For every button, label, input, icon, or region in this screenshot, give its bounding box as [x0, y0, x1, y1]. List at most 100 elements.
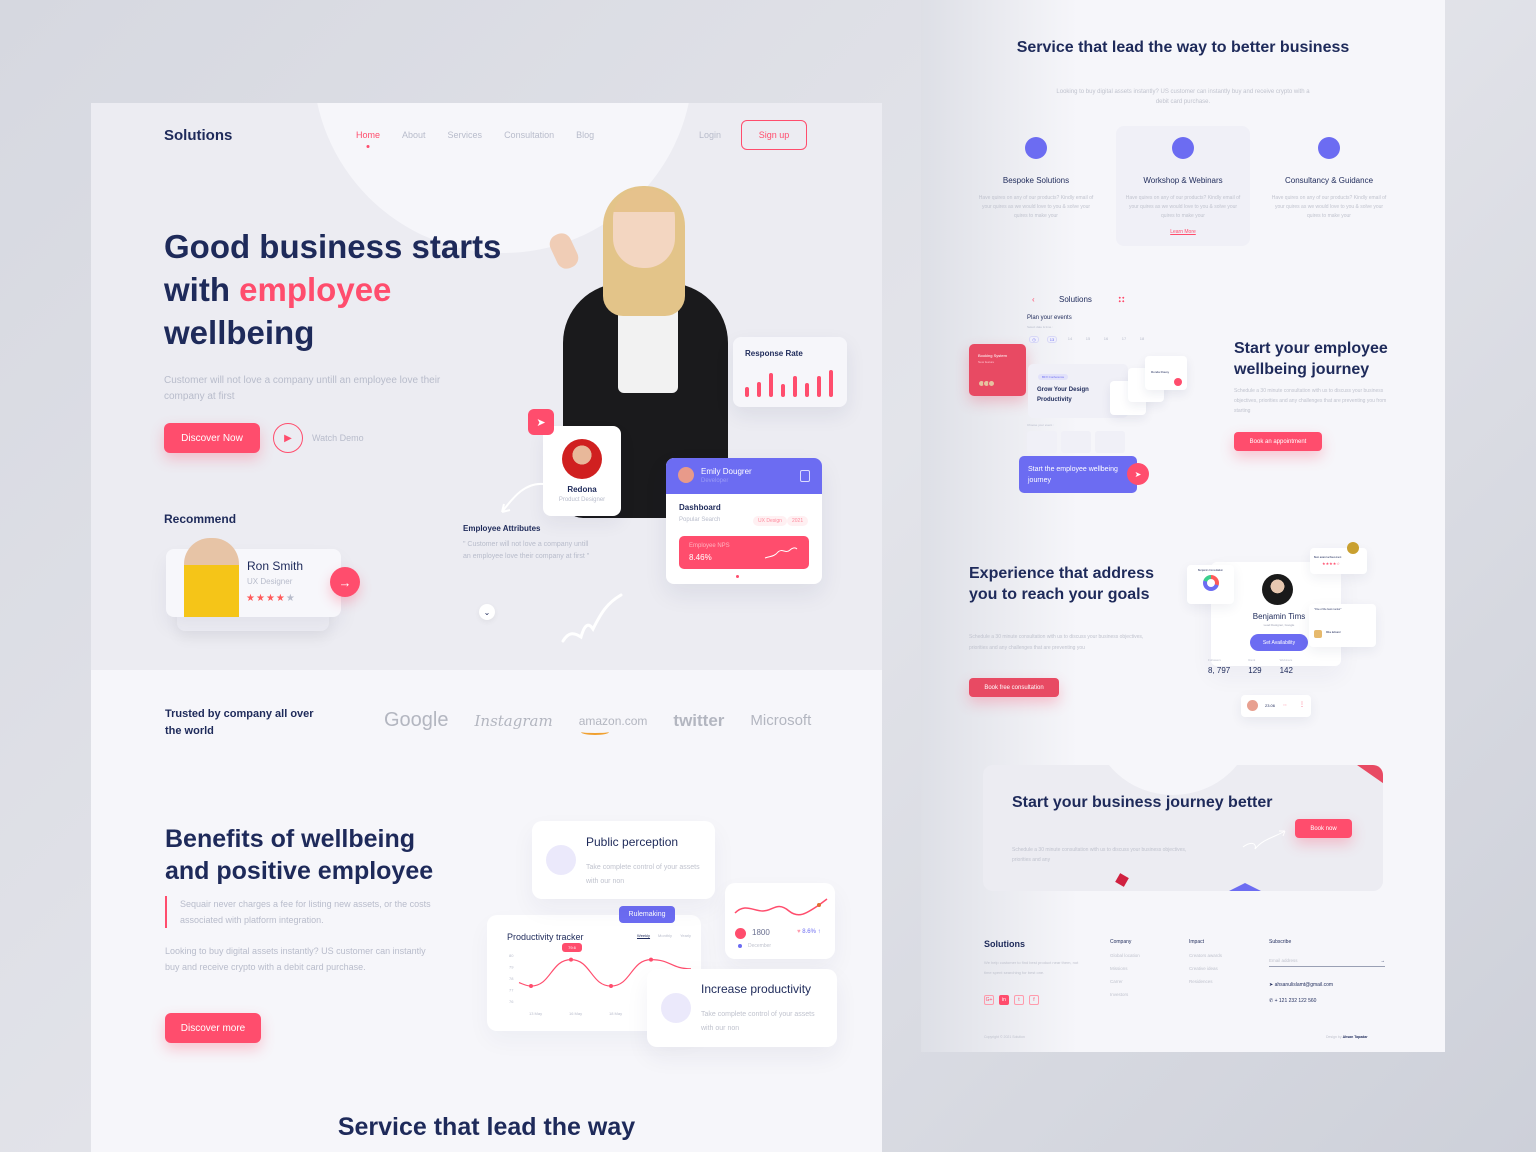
footer-link[interactable]: Creators awards	[1189, 953, 1222, 958]
set-availability-button[interactable]: Set Availability	[1250, 634, 1308, 651]
public-perception-card: Public perception Take complete control …	[532, 821, 715, 899]
discover-more-button[interactable]: Discover more	[165, 1013, 261, 1043]
data-point[interactable]	[529, 984, 533, 989]
profile-stats: Followers 8, 797 Rank 129 Webinars 142	[1208, 658, 1293, 675]
event-tag: BFX Conference	[1038, 374, 1069, 380]
service-heading: Service that lead the way	[337, 1113, 636, 1141]
nav-consultation[interactable]: Consultation	[504, 130, 554, 140]
event-option[interactable]	[1027, 431, 1057, 453]
tag[interactable]: UX Design	[753, 516, 787, 526]
footer-link[interactable]: Residences	[1189, 979, 1222, 984]
profile-card-redona[interactable]: Redona Product Designer	[543, 426, 621, 516]
card-title: Increase productivity	[701, 982, 812, 996]
signup-button[interactable]: Sign up	[741, 120, 807, 150]
nav-about[interactable]: About	[402, 130, 426, 140]
consultation-donut-card: Benjamin Consultation	[1187, 565, 1234, 604]
calendar-icon[interactable]: ◷	[1029, 336, 1039, 343]
google-logo: Google	[384, 709, 449, 731]
dashboard-user-role: Developer	[701, 478, 729, 484]
decorative-circle	[1093, 765, 1253, 795]
watch-demo-link[interactable]: Watch Demo	[312, 433, 364, 443]
grid-icon[interactable]	[1118, 296, 1125, 303]
document-icon[interactable]	[800, 470, 810, 482]
book-appointment-button[interactable]: Book an appointment	[1234, 432, 1322, 451]
nav-home[interactable]: Home	[356, 130, 380, 140]
award-stars: ★★★★☆	[1322, 561, 1340, 566]
services-subtitle: Looking to buy digital assets instantly?…	[1056, 89, 1310, 105]
send-icon[interactable]: ➤	[1127, 463, 1149, 485]
footer-link[interactable]: Investors	[1110, 992, 1140, 997]
email-input[interactable]: Email address →	[1269, 958, 1385, 967]
footer-impact: Impact Creators awards Creative ideas Re…	[1189, 939, 1222, 984]
date-item[interactable]: 17	[1119, 336, 1129, 343]
choose-event-label: Choose your event :	[1027, 423, 1054, 427]
hero-title: Good business starts with employee wellb…	[164, 225, 524, 354]
booking-system-card: Booking System New feature	[969, 344, 1026, 396]
service-bespoke[interactable]: Bespoke Solutions Have quires on any of …	[969, 126, 1103, 246]
send-icon[interactable]	[1174, 378, 1182, 386]
service-text: Have quires on any of our products? Kind…	[1271, 195, 1387, 219]
data-point[interactable]	[609, 984, 613, 989]
pagination-dot[interactable]	[736, 575, 739, 578]
date-item[interactable]: 14	[1065, 336, 1075, 343]
nav-blog[interactable]: Blog	[576, 130, 594, 140]
play-icon[interactable]: ▶	[273, 423, 303, 453]
stat-label: Rank	[1248, 658, 1256, 662]
footer-logo[interactable]: Solutions	[984, 939, 1025, 949]
book-free-consultation-button[interactable]: Book free consultation	[969, 678, 1059, 697]
footer-link[interactable]: Global location	[1110, 953, 1140, 958]
linkedin-icon[interactable]: in	[999, 995, 1009, 1005]
design-label: Design by	[1326, 1035, 1342, 1039]
avatar-group	[978, 380, 995, 387]
service-consultancy[interactable]: Consultancy & Guidance Have quires on an…	[1262, 126, 1396, 246]
event-option[interactable]	[1095, 431, 1125, 453]
start-journey-card[interactable]: Start the employee wellbeing journey	[1019, 456, 1137, 493]
more-icon[interactable]: ⋮	[1299, 701, 1305, 708]
dashboard-title: Dashboard	[679, 503, 721, 512]
landing-page: Solutions Home About Services Consultati…	[91, 103, 882, 1152]
twitter-icon[interactable]: t	[1014, 995, 1024, 1005]
chevron-down-icon[interactable]: ⌄	[479, 604, 495, 620]
footer-link[interactable]: Creative ideas	[1189, 966, 1222, 971]
response-bar	[781, 384, 785, 397]
tag[interactable]: 2021	[787, 516, 809, 526]
event-option[interactable]	[1061, 431, 1091, 453]
service-workshop[interactable]: Workshop & Webinars Have quires on any o…	[1116, 126, 1250, 246]
facebook-icon[interactable]: f	[1029, 995, 1039, 1005]
book-now-button[interactable]: Book now	[1295, 819, 1352, 838]
response-bar	[829, 370, 833, 397]
back-icon[interactable]: ‹	[1032, 295, 1035, 304]
email-text[interactable]: ahsanulislamt@gmail.com	[1275, 982, 1333, 988]
recommend-role: UX Designer	[247, 577, 293, 586]
login-link[interactable]: Login	[699, 130, 721, 140]
employee-attributes-text: " Customer will not love a company until…	[463, 541, 590, 560]
card-text: Take complete control of your assets wit…	[586, 864, 700, 885]
data-point[interactable]	[649, 957, 653, 962]
y-tick-label: 80	[509, 953, 514, 958]
x-tick-label: 18 May	[609, 1011, 622, 1016]
footer-heading: Impact	[1189, 939, 1205, 945]
data-point[interactable]	[569, 957, 573, 962]
profile-role: Product Designer	[558, 497, 606, 503]
dashboard-card[interactable]: Emily Dougrer Developer Dashboard Popula…	[666, 458, 822, 584]
benefits-text: Looking to buy digital assets instantly?…	[165, 946, 426, 972]
footer-subscribe: Subscribe	[1269, 939, 1291, 945]
nav-services[interactable]: Services	[448, 130, 483, 140]
logo[interactable]: Solutions	[164, 127, 232, 144]
avatar	[184, 538, 239, 617]
footer-link[interactable]: Carrer	[1110, 979, 1140, 984]
learn-more-link[interactable]: Learn More	[1116, 229, 1250, 235]
send-icon[interactable]: ➤	[528, 409, 554, 435]
decorative-shape	[1357, 765, 1383, 785]
date-item[interactable]: 16	[1101, 336, 1111, 343]
date-item[interactable]: 13	[1047, 336, 1057, 343]
submit-arrow-icon[interactable]: →	[1381, 958, 1386, 963]
google-plus-icon[interactable]: G+	[984, 995, 994, 1005]
discover-now-button[interactable]: Discover Now	[164, 423, 260, 453]
arrow-right-icon[interactable]: →	[330, 567, 360, 597]
date-item[interactable]: 18	[1137, 336, 1147, 343]
date-item[interactable]: 15	[1083, 336, 1093, 343]
design-credit: Design by Ahsan Tapadar	[1326, 1035, 1368, 1039]
footer-link[interactable]: Missions	[1110, 966, 1140, 971]
avatar	[1262, 574, 1293, 605]
